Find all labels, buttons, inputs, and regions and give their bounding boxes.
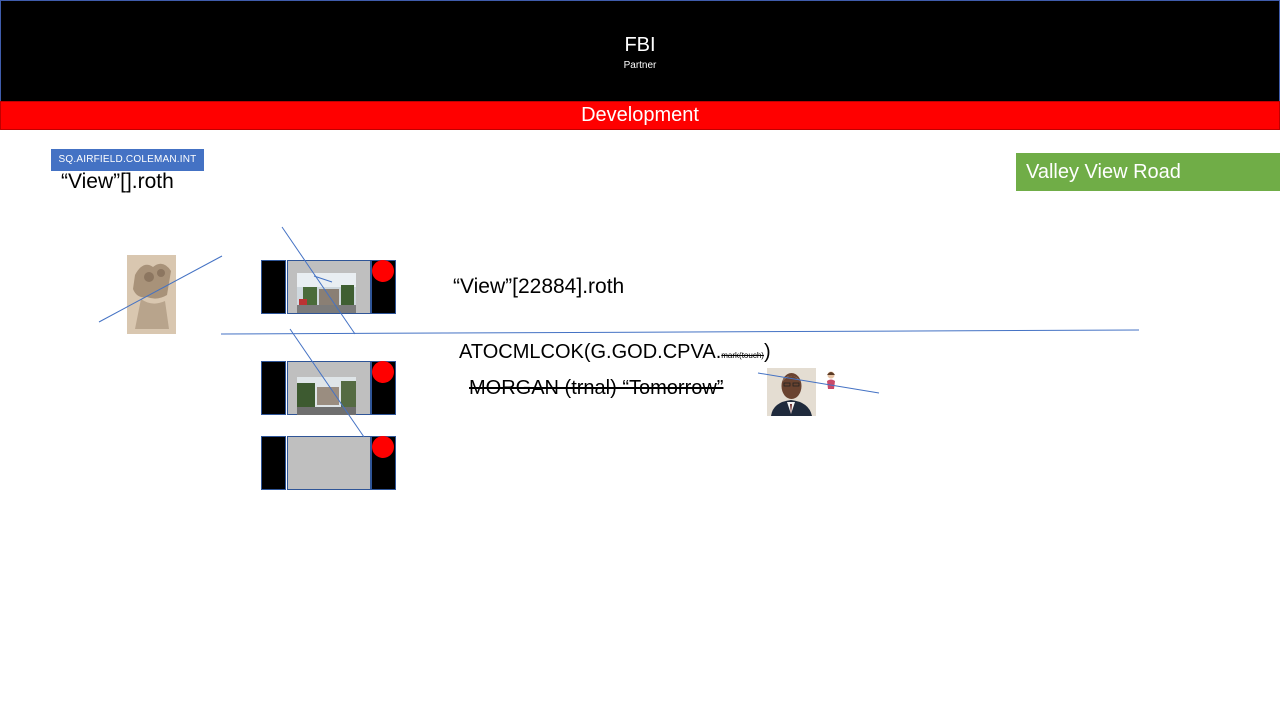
- line-statue: [98, 255, 223, 323]
- annotation-lines: [98, 226, 1140, 438]
- line-portrait: [757, 372, 880, 394]
- line-horizontal: [220, 329, 1140, 335]
- line-tiny: [313, 275, 333, 283]
- line-panel-1: [281, 226, 356, 335]
- line-panel-2: [289, 328, 365, 438]
